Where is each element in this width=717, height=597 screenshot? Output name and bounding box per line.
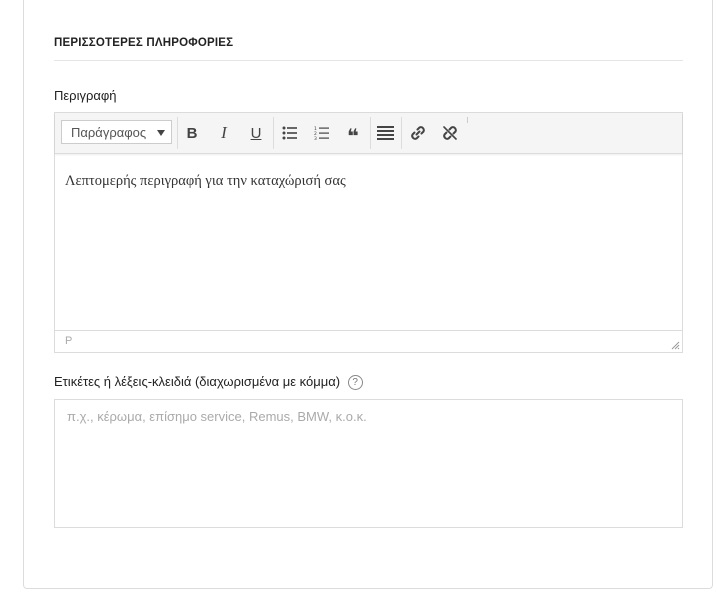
description-editor: Παράγραφος B I U 1 2 3 ❝ Λεπτομερής περι… <box>54 112 683 353</box>
format-select[interactable]: Παράγραφος <box>61 120 172 144</box>
toolbar-separator <box>467 117 468 123</box>
bullet-list-button[interactable] <box>278 121 302 145</box>
toolbar-separator <box>273 117 274 149</box>
numbered-list-icon: 1 2 3 <box>314 126 329 140</box>
underline-button[interactable]: U <box>244 121 268 145</box>
section-divider <box>54 60 683 61</box>
toolbar-separator <box>177 117 178 149</box>
editor-statusbar: P <box>55 330 682 352</box>
align-justify-icon <box>376 126 394 140</box>
unlink-icon <box>443 126 457 140</box>
svg-text:3: 3 <box>314 136 317 140</box>
resize-handle-icon[interactable] <box>671 341 680 350</box>
toolbar-separator <box>401 117 402 149</box>
tags-label-text: Ετικέτες ή λέξεις-κλειδιά (διαχωρισμένα … <box>54 374 341 389</box>
tags-label: Ετικέτες ή λέξεις-κλειδιά (διαχωρισμένα … <box>54 374 363 390</box>
help-icon[interactable]: ? <box>347 375 363 390</box>
align-justify-button[interactable] <box>373 121 397 145</box>
details-panel: ΠΕΡΙΣΣΟΤΕΡΕΣ ΠΛΗΡΟΦΟΡΙΕΣ Περιγραφή Παράγ… <box>23 0 713 589</box>
bold-button[interactable]: B <box>180 121 204 145</box>
remove-link-button[interactable] <box>438 121 462 145</box>
blockquote-button[interactable]: ❝ <box>341 121 365 148</box>
insert-link-button[interactable] <box>406 121 430 145</box>
section-title: ΠΕΡΙΣΣΟΤΕΡΕΣ ΠΛΗΡΟΦΟΡΙΕΣ <box>54 37 234 49</box>
editor-content[interactable]: Λεπτομερής περιγραφή για την καταχώρισή … <box>65 173 346 190</box>
chevron-down-icon <box>157 130 165 136</box>
bullet-list-icon <box>282 126 297 140</box>
element-path[interactable]: P <box>65 335 72 347</box>
toolbar-separator <box>370 117 371 149</box>
format-select-value: Παράγραφος <box>71 125 147 140</box>
italic-button[interactable]: I <box>212 121 236 145</box>
tags-input[interactable] <box>54 399 683 528</box>
link-icon <box>411 126 425 140</box>
description-label: Περιγραφή <box>54 88 117 103</box>
numbered-list-button[interactable]: 1 2 3 <box>310 121 334 145</box>
editor-toolbar: Παράγραφος B I U 1 2 3 ❝ <box>55 113 682 154</box>
